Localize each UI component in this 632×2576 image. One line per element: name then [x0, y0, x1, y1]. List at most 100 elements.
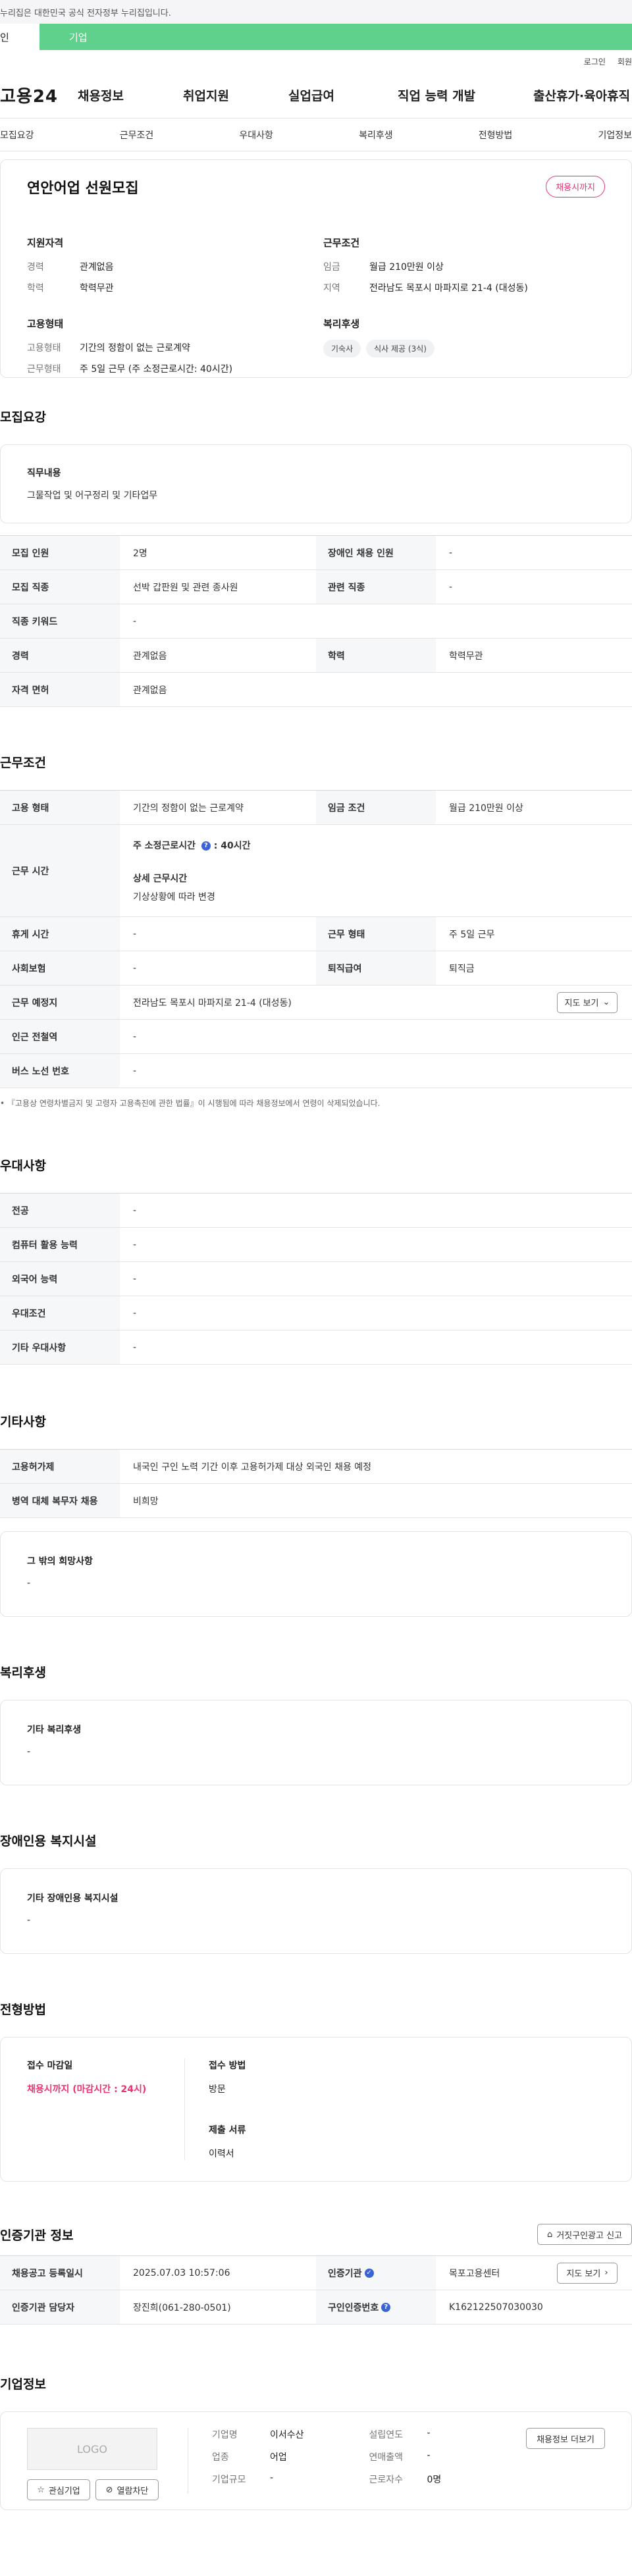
company-name-label: 기업명 — [212, 2430, 238, 2440]
anchor-recruit[interactable]: 모집요강 — [0, 128, 34, 142]
duty-title: 직무내용 — [27, 468, 61, 479]
info-icon[interactable]: ? — [381, 2302, 391, 2312]
table-cell: 선박 갑판원 및 관련 종사원 — [133, 582, 238, 593]
verified-icon: ✓ — [364, 2268, 374, 2278]
user-type-tabs: 인 기업 — [0, 24, 632, 50]
docs-value: 이력서 — [209, 2149, 234, 2159]
industry-label: 업종 — [212, 2452, 229, 2463]
hours-label: 주 소정근로시간 — [133, 840, 196, 851]
gnb-item-jobs[interactable]: 채용정보 — [78, 86, 183, 104]
table-cell: 장진희(061-280-0501) — [133, 2302, 231, 2313]
company-size-label: 기업규모 — [212, 2475, 246, 2485]
industry-value: 어업 — [270, 2452, 287, 2463]
table-cell: - — [133, 1307, 137, 1319]
block-company-button[interactable]: ⊘ 열람차단 — [95, 2479, 159, 2500]
anchor-welfare[interactable]: 복리후생 — [359, 128, 393, 142]
hours-cell: 주 소정근로시간 ? : 40시간 상세 근무시간 기상상황에 따라 변경 — [133, 840, 251, 903]
anchor-selection[interactable]: 전형방법 — [479, 128, 513, 142]
table-cell: 학력무관 — [449, 650, 483, 662]
job-summary-card: 연안어업 선원모집 채용시까지 지원자격 경력 관계없음 학력 학력무관 고용형태 … — [0, 159, 632, 378]
government-notice-bar: 누리집은 대한민국 공식 전자정부 누리집입니다. — [0, 0, 632, 24]
report-fake-ad-label: 거짓구인광고 신고 — [556, 2230, 623, 2241]
report-fake-ad-button[interactable]: ⌂ 거짓구인광고 신고 — [537, 2224, 632, 2245]
anchor-conditions[interactable]: 근무조건 — [120, 128, 154, 142]
recruit-section-title: 모집요강 — [0, 410, 46, 425]
table-cell: K162122507030030 — [449, 2301, 543, 2313]
agency-map-button[interactable]: 지도 보기 › — [557, 2262, 618, 2284]
signup-link[interactable]: 회원 — [618, 56, 632, 67]
hours-value: 40시간 — [221, 840, 251, 851]
employees-label: 근로자수 — [369, 2475, 404, 2485]
global-navigation: 고용24 채용정보 취업지원 실업급여 직업 능력 개발 출산휴가·육아휴직 — [0, 72, 632, 118]
region-label: 지역 — [323, 283, 340, 294]
company-size-value: - — [270, 2473, 274, 2483]
table-header: 관련 직종 — [316, 570, 436, 604]
table-header: 전공 — [0, 1194, 120, 1227]
company-section-title: 기업정보 — [0, 2377, 46, 2392]
revenue-label: 연매출액 — [369, 2452, 404, 2463]
etc-section-title: 기타사항 — [0, 1415, 46, 1429]
table-cell: - — [449, 547, 453, 558]
login-link[interactable]: 로그인 — [584, 56, 606, 67]
disability-box: 기타 장애인용 복지시설 - — [0, 1868, 632, 1954]
employment-type-title: 고용형태 — [27, 318, 64, 330]
star-icon: ☆ — [37, 2484, 45, 2495]
wage-value: 월급 210만원 이상 — [369, 262, 444, 273]
deadline-title: 접수 마감일 — [27, 2061, 73, 2071]
employees-value: 0명 — [427, 2475, 442, 2485]
gnb-item-employment-support[interactable]: 취업지원 — [183, 86, 288, 104]
method-value: 방문 — [209, 2084, 226, 2095]
table-header: 기타 우대사항 — [0, 1330, 120, 1364]
table-header: 채용공고 등록일시 — [0, 2256, 120, 2290]
table-cell: - — [133, 1065, 137, 1076]
table-cell: 내국인 구인 노력 기간 이후 고용허가제 대상 외국인 채용 예정 — [133, 1461, 372, 1473]
anchor-preference[interactable]: 우대사항 — [239, 128, 273, 142]
career-value: 관계없음 — [80, 262, 114, 273]
table-cell: 비희망 — [133, 1496, 159, 1507]
table-cell: - — [133, 1342, 137, 1353]
docs-title: 제출 서류 — [209, 2125, 246, 2136]
table-cell: - — [133, 1273, 137, 1284]
founded-value: - — [427, 2428, 431, 2438]
table-cell: 2명 — [133, 548, 147, 559]
anchor-company[interactable]: 기업정보 — [598, 128, 632, 142]
founded-label: 설립연도 — [369, 2430, 404, 2440]
tab-corporate[interactable]: 기업 — [40, 24, 125, 50]
gnb-item-unemployment-benefits[interactable]: 실업급여 — [288, 86, 398, 104]
company-logo-text: LOGO — [77, 2442, 107, 2456]
revenue-value: - — [427, 2450, 431, 2461]
table-header: 구인인증번호 — [328, 2302, 379, 2313]
favorite-company-button[interactable]: ☆ 관심기업 — [27, 2479, 90, 2500]
company-jobs-button[interactable]: 채용정보 더보기 — [526, 2428, 605, 2449]
wage-label: 임금 — [323, 262, 340, 273]
agency-map-label: 지도 보기 — [566, 2269, 601, 2279]
table-header: 병역 대체 복무자 채용 — [0, 1484, 120, 1517]
map-view-button[interactable]: 지도 보기 ⌄ — [557, 991, 618, 1013]
table-header: 컴퓨터 활용 능력 — [0, 1228, 120, 1261]
table-header: 경력 — [0, 639, 120, 672]
table-cell: 기간의 정함이 없는 근로계약 — [133, 802, 244, 814]
table-cell: - — [133, 616, 137, 627]
government-notice-text: 누리집은 대한민국 공식 전자정부 누리집입니다. — [0, 8, 171, 18]
region-value: 전라남도 목포시 마파지로 21-4 (대성동) — [369, 283, 528, 294]
tab-personal[interactable]: 인 — [0, 24, 40, 50]
work-form-value: 주 5일 근무 (주 소정근로시간: 40시간) — [80, 364, 233, 375]
gnb-item-job-training[interactable]: 직업 능력 개발 — [398, 86, 533, 104]
table-cell: 전라남도 목포시 마파지로 21-4 (대성동) — [133, 997, 292, 1009]
conditions-section-title: 근무조건 — [0, 756, 46, 770]
table-cell: 2025.07.03 10:57:06 — [133, 2267, 230, 2278]
table-header: 임금 조건 — [316, 791, 436, 824]
preference-section-title: 우대사항 — [0, 1159, 46, 1173]
info-icon[interactable]: ? — [201, 841, 211, 851]
table-header: 근무 시간 — [0, 825, 120, 916]
site-logo[interactable]: 고용24 — [0, 83, 78, 107]
table-header: 모집 직종 — [0, 570, 120, 604]
table-cell: 관계없음 — [133, 650, 167, 662]
table-header: 우대조건 — [0, 1296, 120, 1330]
gnb-item-parental-leave[interactable]: 출산휴가·육아휴직 — [533, 86, 632, 104]
age-notice: • 『고용상 연령차별금지 및 고령자 고용촉진에 관한 법률』이 시행됨에 따… — [0, 1097, 632, 1109]
welfare-section-title: 복리후생 — [0, 1666, 46, 1680]
disability-box-value: - — [27, 1915, 31, 1926]
duty-value: 그물작업 및 어구정리 및 기타업무 — [27, 490, 158, 501]
method-title: 접수 방법 — [209, 2061, 246, 2071]
